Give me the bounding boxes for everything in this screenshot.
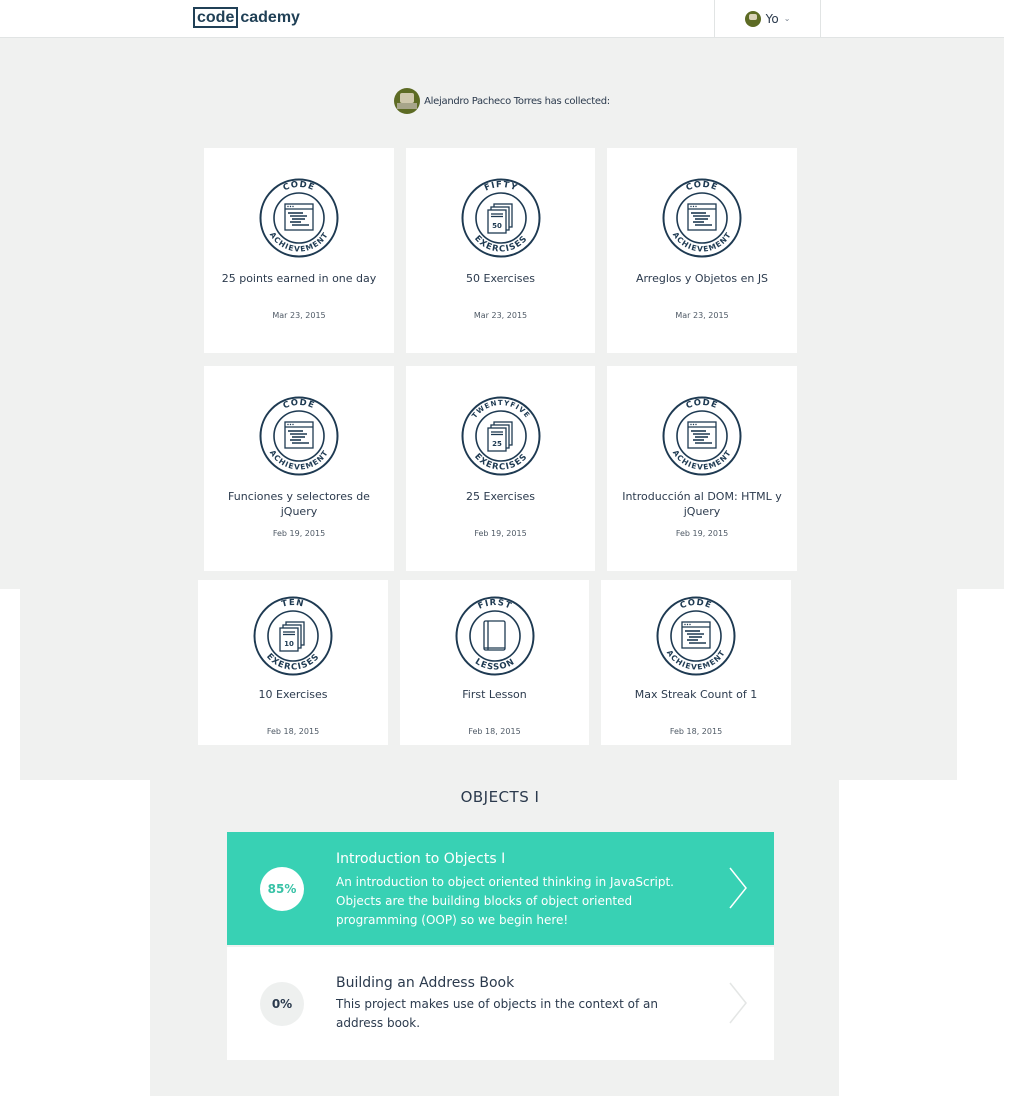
code-achievement-badge-icon: CODEACHIEVEMENT: [656, 596, 736, 676]
achievement-date: Feb 18, 2015: [266, 727, 320, 736]
collected-heading: Alejandro Pacheco Torres has collected:: [424, 95, 610, 107]
codecademy-logo[interactable]: code cademy: [193, 7, 300, 28]
twentyfive-exercises-badge-icon: TWENTYFIVEEXERCISES25: [461, 396, 541, 476]
lesson-row[interactable]: 85% Introduction to Objects I An introdu…: [227, 832, 774, 945]
achievement-card[interactable]: TEN EXERCISES 10 10 Exercises Feb 18, 2015: [198, 580, 388, 745]
logo-code-box: code: [193, 7, 239, 28]
profile-avatar: [394, 88, 421, 114]
achievement-card[interactable]: CODE ACHIEVEMENT Arreglos y Objetos en JS…: [607, 148, 797, 353]
code-achievement-badge-icon: CODEACHIEVEMENT: [259, 178, 339, 258]
achievement-date: Feb 19, 2015: [272, 529, 326, 538]
achievement-title: First Lesson: [462, 688, 527, 701]
code-achievement-badge-icon: CODEACHIEVEMENT: [662, 396, 742, 476]
code-achievement-badge-icon: CODEACHIEVEMENT: [662, 178, 742, 258]
top-navigation-bar: code cademy Yo ⌄: [0, 0, 1004, 38]
lesson-description: An introduction to object oriented think…: [336, 875, 674, 927]
ten-exercises-badge-icon: TENEXERCISES10: [253, 596, 333, 676]
achievement-date: Feb 19, 2015: [474, 529, 527, 538]
achievement-date: Feb 18, 2015: [468, 727, 521, 736]
achievement-card[interactable]: TWENTYFIVE EXERCISES 25 25 Exercises Feb 1…: [406, 366, 595, 571]
badge-number-label: 50: [492, 222, 502, 230]
achievement-title: 50 Exercises: [466, 272, 535, 285]
user-avatar: [744, 10, 761, 27]
section-title: OBJECTS I: [460, 788, 540, 806]
badge-number-label: 10: [284, 640, 294, 648]
chevron-right-icon[interactable]: [727, 866, 749, 910]
achievement-card[interactable]: FIRST LESSON First Lesson Feb 18, 2015: [400, 580, 589, 745]
achievement-title: 25 Exercises: [466, 490, 535, 503]
chevron-down-icon: ⌄: [783, 14, 791, 23]
achievement-card[interactable]: CODE ACHIEVEMENT Funciones y selectores d…: [204, 366, 394, 571]
lesson-title: Building an Address Book: [336, 975, 515, 991]
lesson-row[interactable]: 0% Building an Address Book This project…: [227, 947, 774, 1060]
achievement-date: Feb 19, 2015: [675, 529, 729, 538]
achievement-title: Arreglos y Objetos en JS: [635, 272, 769, 285]
progress-circle: 85%: [260, 867, 304, 911]
lesson-title: Introduction to Objects I: [336, 851, 506, 867]
achievement-title: 10 Exercises: [258, 688, 328, 701]
user-menu-button[interactable]: Yo ⌄: [714, 0, 821, 37]
achievement-card[interactable]: CODE ACHIEVEMENT Max Streak Count of 1 Fe…: [601, 580, 791, 745]
fifty-exercises-badge-icon: FIFTYEXERCISES50: [461, 178, 541, 258]
achievement-card[interactable]: CODE ACHIEVEMENT Introducción al DOM: HTM…: [607, 366, 797, 571]
achievement-date: Feb 18, 2015: [669, 727, 723, 736]
first-lesson-badge-icon: FIRSTLESSON: [455, 596, 535, 676]
chevron-right-icon[interactable]: [727, 981, 749, 1025]
user-menu-label: Yo: [765, 11, 779, 26]
progress-circle: 0%: [260, 982, 304, 1026]
achievement-title: Funciones y selectores de jQuery: [228, 490, 370, 518]
achievement-card[interactable]: FIFTY EXERCISES 50 50 Exercises Mar 23, 20…: [406, 148, 595, 353]
achievement-date: Mar 23, 2015: [473, 311, 528, 320]
achievement-title: Introducción al DOM: HTML y jQuery: [622, 490, 782, 518]
logo-cademy-text: cademy: [240, 9, 300, 26]
profile-summary: Alejandro Pacheco Torres has collected:: [0, 88, 1004, 114]
achievement-date: Mar 23, 2015: [675, 311, 729, 320]
achievement-title: Max Streak Count of 1: [634, 688, 758, 701]
badge-top-label: TEN: [281, 598, 306, 610]
lesson-description: This project makes use of objects in the…: [336, 997, 658, 1030]
achievement-title: 25 points earned in one day: [221, 272, 377, 285]
badge-number-label: 25: [492, 440, 502, 448]
code-achievement-badge-icon: CODEACHIEVEMENT: [259, 396, 339, 476]
achievement-card[interactable]: CODE ACHIEVEMENT 25 points earned in one …: [204, 148, 394, 353]
badge-top-label: TWENTYFIVE: [470, 399, 531, 420]
achievement-date: Mar 23, 2015: [272, 311, 326, 320]
